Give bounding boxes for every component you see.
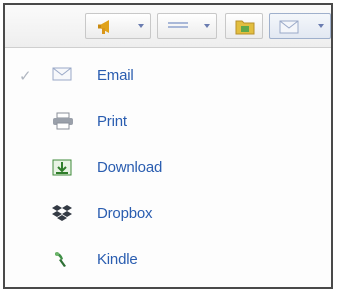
envelope-icon — [52, 67, 72, 81]
menu-item-dropbox[interactable]: Dropbox — [5, 192, 331, 238]
megaphone-icon — [98, 20, 109, 34]
share-menu: ✓ Email Print Download Dropbox Kindle — [5, 48, 331, 287]
menu-item-kindle[interactable]: Kindle — [5, 238, 331, 284]
chevron-down-icon — [204, 24, 210, 28]
menu-item-download[interactable]: Download — [5, 146, 331, 192]
folder-button[interactable] — [225, 13, 263, 39]
lines-icon — [168, 22, 188, 28]
menu-item-email[interactable]: ✓ Email — [5, 54, 331, 100]
dropbox-icon — [52, 205, 72, 221]
format-button[interactable] — [157, 13, 217, 39]
chevron-down-icon — [138, 24, 144, 28]
printer-icon — [53, 112, 73, 130]
menu-item-label: Download — [97, 159, 163, 176]
menu-item-print[interactable]: Print — [5, 100, 331, 146]
chevron-down-icon — [318, 24, 324, 28]
checkmark-icon: ✓ — [19, 68, 32, 85]
folder-icon — [235, 20, 255, 35]
menu-item-label: Dropbox — [97, 205, 153, 222]
menu-item-label: Kindle — [97, 251, 138, 268]
kindle-icon — [55, 252, 66, 267]
toolbar — [5, 5, 331, 48]
menu-item-label: Print — [97, 113, 127, 130]
share-button[interactable] — [269, 13, 331, 39]
download-icon — [52, 159, 72, 176]
menu-item-label: Email — [97, 67, 134, 84]
envelope-icon — [279, 20, 299, 34]
share-menu-panel: ✓ Email Print Download Dropbox Kindle — [3, 3, 333, 289]
announce-button[interactable] — [85, 13, 151, 39]
